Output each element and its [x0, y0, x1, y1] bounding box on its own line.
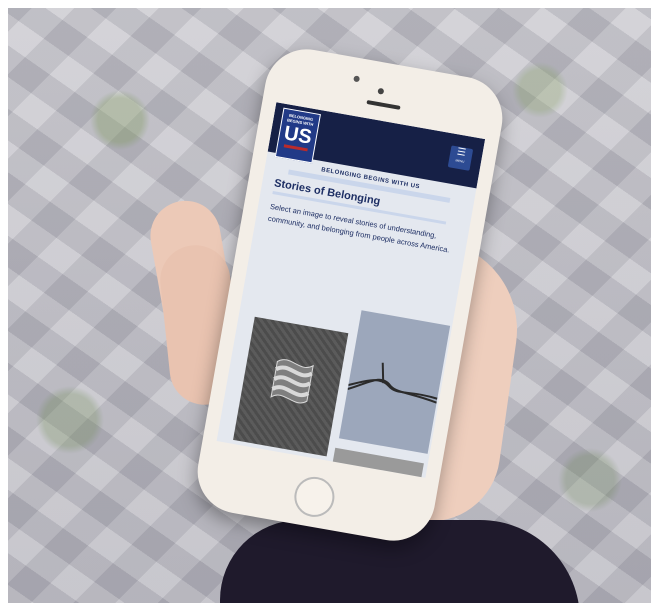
- front-camera: [377, 87, 385, 95]
- phone-screen: BELONGING BEGINS WITH US ☰ MENU BELONGIN…: [216, 102, 486, 478]
- image-tile-more[interactable]: [330, 447, 424, 478]
- home-button[interactable]: [291, 473, 338, 521]
- twisted-wire-icon: [347, 362, 438, 404]
- earpiece-speaker: [366, 100, 401, 110]
- image-tile-flag-pin[interactable]: [233, 316, 349, 457]
- image-tile-twisted-wire[interactable]: [338, 310, 451, 454]
- proximity-sensor: [353, 75, 361, 83]
- belonging-logo[interactable]: BELONGING BEGINS WITH US: [274, 107, 321, 164]
- blurred-cobblestone-background: BELONGING BEGINS WITH US ☰ MENU BELONGIN…: [0, 0, 659, 611]
- flag-pin-icon: [270, 359, 314, 404]
- menu-button[interactable]: ☰ MENU: [447, 145, 474, 171]
